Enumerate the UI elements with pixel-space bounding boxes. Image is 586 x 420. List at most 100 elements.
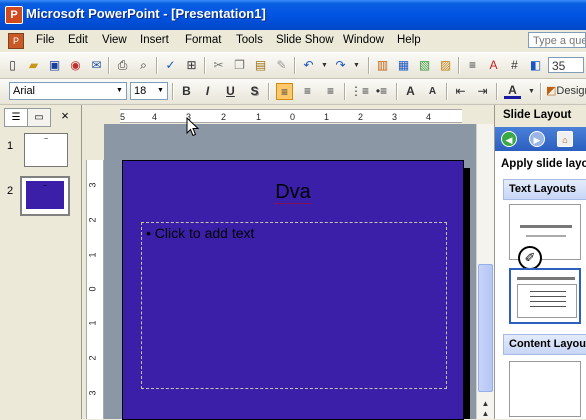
window-title: Microsoft PowerPoint - [Presentation1] — [26, 6, 266, 21]
bold-button[interactable]: B — [178, 83, 195, 100]
font-size-select[interactable]: 18 ▼ — [130, 82, 168, 100]
italic-button[interactable]: I — [199, 83, 216, 100]
task-pane-nav: ◀ ▶ ⌂ — [495, 127, 586, 151]
body-placeholder[interactable]: • Click to add text — [141, 222, 447, 389]
ruler-number: 1 — [87, 320, 98, 326]
previous-slide-icon[interactable]: ▲ ▲ — [478, 399, 493, 419]
design-button[interactable]: ◩Design — [546, 83, 586, 100]
redo-icon[interactable]: ↷ — [332, 57, 349, 74]
menu-edit[interactable]: Edit — [68, 34, 88, 46]
task-pane-header: Slide Layout — [495, 105, 586, 127]
shadow-button[interactable]: S — [246, 83, 263, 100]
format-painter-icon[interactable]: ✎ — [273, 57, 290, 74]
undo-icon[interactable]: ↶ — [300, 57, 317, 74]
slides-tab[interactable]: ▭ — [27, 108, 51, 127]
content-layouts-header[interactable]: Content Layouts — [503, 334, 586, 355]
align-right-button[interactable]: ≡ — [322, 83, 339, 100]
vertical-scrollbar[interactable]: ▲ ▲ — [476, 124, 494, 419]
spelling-icon[interactable]: ✓ — [162, 57, 179, 74]
paste-icon[interactable]: ▤ — [252, 57, 269, 74]
document-icon[interactable]: P — [8, 33, 24, 49]
decrease-font-button[interactable]: A — [424, 83, 441, 100]
bullets-icon[interactable]: •≡ — [373, 83, 390, 100]
copy-icon[interactable]: ❐ — [231, 57, 248, 74]
home-icon[interactable]: ⌂ — [557, 131, 573, 147]
powerpoint-app-icon[interactable]: P — [5, 6, 23, 24]
menu-view[interactable]: View — [102, 34, 127, 46]
menu-window[interactable]: Window — [343, 34, 384, 46]
increase-font-button[interactable]: A — [402, 83, 419, 100]
decrease-indent-icon[interactable]: ⇤ — [452, 83, 469, 100]
expand-all-icon[interactable]: ≡ — [464, 57, 481, 74]
layout-title-and-text[interactable] — [509, 268, 581, 324]
layout-blank[interactable] — [509, 361, 581, 417]
print-preview-icon[interactable]: ⌕ — [135, 57, 152, 74]
toolbar-separator — [156, 57, 158, 74]
underline-button[interactable]: U — [222, 83, 239, 100]
show-formatting-icon[interactable]: A — [485, 57, 502, 74]
standard-toolbar: ▯ ▰ ▣ ◉ ✉ ⎙ ⌕ ✓ ⊞ ✂ ❐ ▤ ✎ ↶ ▼ ↷ ▼ ▥ ▦ ▧ … — [0, 53, 586, 79]
scrollbar-thumb[interactable] — [478, 264, 493, 392]
forward-icon[interactable]: ▶ — [529, 131, 545, 147]
color-grayscale-icon[interactable]: ◧ — [527, 57, 544, 74]
text-layouts-header[interactable]: Text Layouts — [503, 179, 586, 200]
menu-bar: P File Edit View Insert Format Tools Sli… — [0, 30, 586, 53]
insert-table-icon[interactable]: ▦ — [395, 57, 412, 74]
toolbar-separator — [446, 83, 448, 100]
toolbar-separator — [108, 57, 110, 74]
menu-file[interactable]: File — [36, 34, 55, 46]
email-icon[interactable]: ✉ — [88, 57, 105, 74]
ruler-number: 3 — [87, 390, 98, 396]
toolbar-separator — [294, 57, 296, 74]
slide-canvas[interactable]: Dva • Click to add text — [122, 160, 464, 420]
tables-borders-icon[interactable]: ▧ — [416, 57, 433, 74]
font-name-select[interactable]: Arial ▼ — [9, 82, 127, 100]
redo-dropdown-icon[interactable]: ▼ — [348, 57, 365, 74]
slides-pane: ☰ ▭ × 1 ~ 2 ~ — [0, 105, 82, 419]
zoom-box[interactable]: 35 — [548, 57, 584, 73]
increase-indent-icon[interactable]: ⇥ — [474, 83, 491, 100]
formatting-toolbar: Arial ▼ 18 ▼ B I U S ≡ ≡ ≡ ⋮≡ •≡ A A ⇤ ⇥… — [0, 79, 586, 105]
outline-tab[interactable]: ☰ — [4, 108, 28, 127]
task-pane-title[interactable]: Slide Layout — [503, 109, 571, 121]
text-layouts-label: Text Layouts — [509, 183, 577, 195]
ruler-number: 2 — [221, 112, 227, 122]
cut-icon[interactable]: ✂ — [210, 57, 227, 74]
research-icon[interactable]: ⊞ — [183, 57, 200, 74]
open-folder-icon[interactable]: ▰ — [25, 57, 42, 74]
menu-tools[interactable]: Tools — [236, 34, 263, 46]
slide-workspace: Dva • Click to add text — [104, 124, 476, 420]
numbering-icon[interactable]: ⋮≡ — [350, 83, 369, 100]
font-color-button[interactable]: A — [504, 83, 521, 99]
menu-slide-show[interactable]: Slide Show — [276, 34, 334, 46]
insert-picture-icon[interactable]: ▨ — [437, 57, 454, 74]
back-icon[interactable]: ◀ — [501, 131, 517, 147]
chevron-down-icon[interactable]: ▼ — [155, 84, 166, 98]
ruler-number: 2 — [87, 355, 98, 361]
slide-thumbnail-1[interactable]: ~ — [24, 133, 68, 167]
align-left-button[interactable]: ≡ — [276, 83, 293, 100]
permission-icon[interactable]: ◉ — [67, 57, 84, 74]
placeholder-label: Click to add text — [154, 225, 255, 241]
slide-title[interactable]: Dva — [123, 181, 463, 204]
content-layouts-label: Content Layouts — [509, 338, 586, 350]
print-icon[interactable]: ⎙ — [114, 57, 131, 74]
ask-question-input[interactable]: Type a question for help — [528, 32, 586, 48]
center-button[interactable]: ≡ — [299, 83, 316, 100]
new-icon[interactable]: ▯ — [4, 57, 21, 74]
chevron-down-icon[interactable]: ▼ — [114, 84, 125, 98]
close-icon[interactable]: × — [58, 108, 72, 124]
layout-line — [530, 296, 566, 297]
menu-format[interactable]: Format — [185, 34, 221, 46]
menu-insert[interactable]: Insert — [140, 34, 169, 46]
insert-chart-icon[interactable]: ▥ — [374, 57, 391, 74]
font-color-dropdown-icon[interactable]: ▼ — [523, 83, 540, 100]
slide-thumbnail-2[interactable]: ~ — [20, 176, 70, 216]
ruler-number: 5 — [120, 112, 126, 122]
menu-help[interactable]: Help — [397, 34, 421, 46]
slide-number: 1 — [7, 140, 14, 152]
show-grid-icon[interactable]: # — [506, 57, 523, 74]
undo-dropdown-icon[interactable]: ▼ — [316, 57, 333, 74]
save-icon[interactable]: ▣ — [46, 57, 63, 74]
toolbar-separator — [268, 83, 270, 100]
